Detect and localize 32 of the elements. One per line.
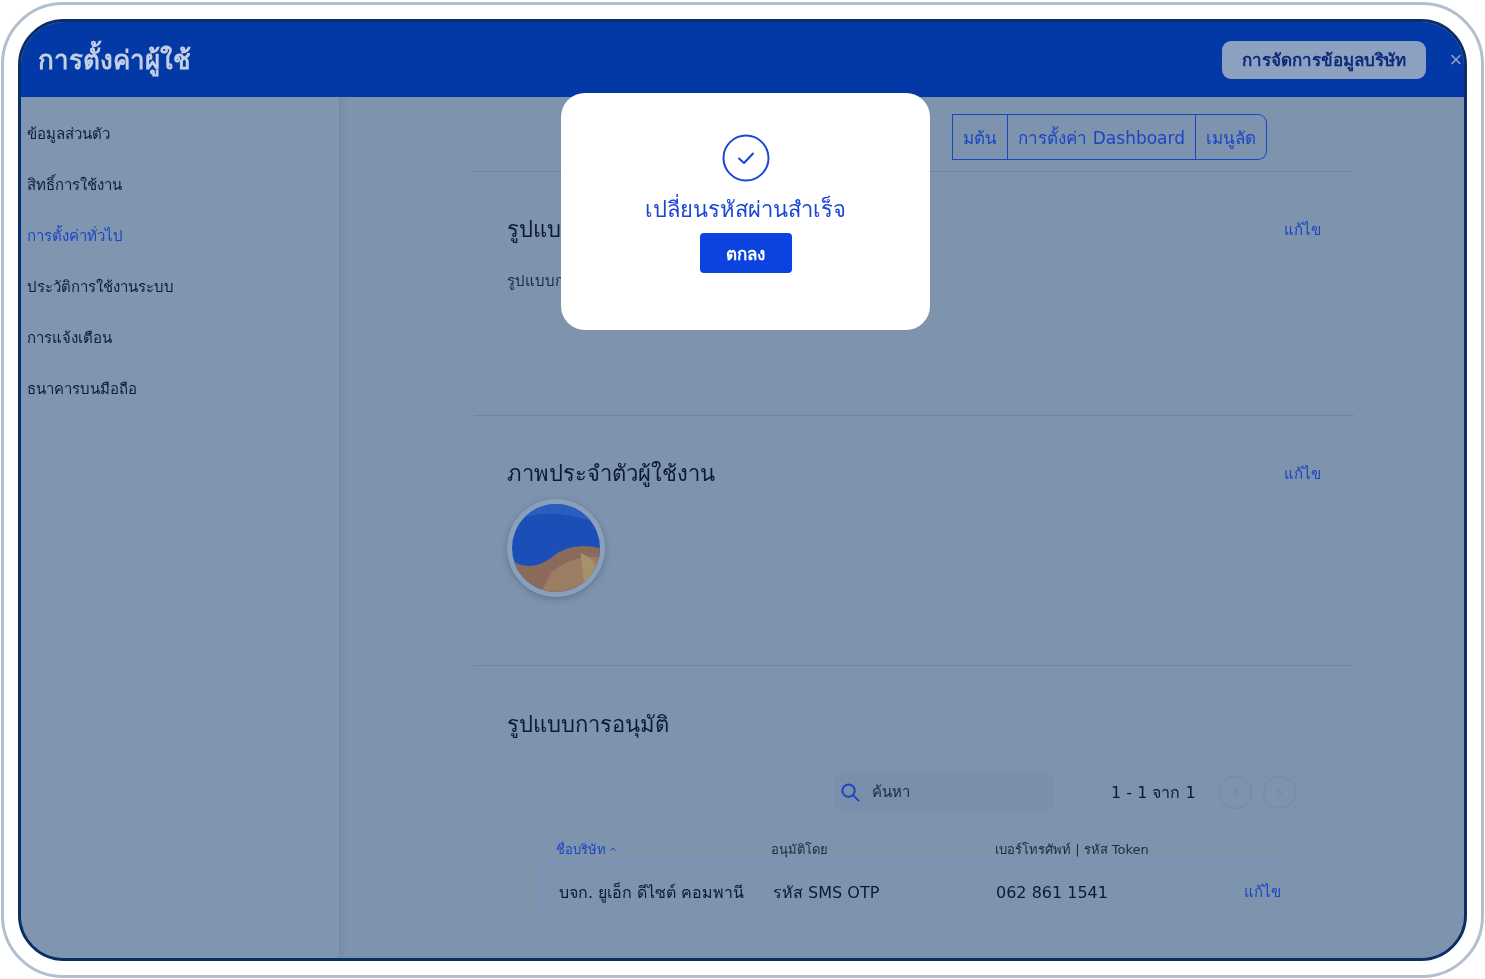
sidebar-item[interactable]: การตั้งค่าทั่วไป xyxy=(21,223,339,274)
sidebar-item[interactable]: สิทธิ์การใช้งาน xyxy=(21,172,339,223)
company-data-button[interactable]: การจัดการข้อมูลบริษัท xyxy=(1222,40,1426,79)
window-title: การตั้งค่าผู้ใช้ xyxy=(38,39,1222,80)
sort-caret-icon xyxy=(609,846,617,852)
table-cell-text: 062 861 1541 xyxy=(996,882,1109,902)
pagination-range: 1 - 1 จาก 1 xyxy=(1111,781,1197,804)
column-header[interactable]: ชื่อบริษัท xyxy=(556,838,606,860)
column-header: อนุมัติโดย xyxy=(771,840,828,860)
sidebar-item[interactable]: การแจ้งเตือน xyxy=(21,325,339,376)
tab[interactable]: การตั้งค่า Dashboard xyxy=(1007,115,1195,159)
section-title: รูปแบ xyxy=(507,216,561,245)
check-circle-icon xyxy=(721,134,770,182)
search-icon xyxy=(841,783,860,802)
section-title: ภาพประจำตัวผู้ใช้งาน xyxy=(507,460,715,489)
table-cell-text: รหัส SMS OTP xyxy=(773,881,881,904)
edit-link[interactable]: แก้ไข xyxy=(1284,217,1321,242)
sidebar-item[interactable]: ประวัติการใช้งานระบบ xyxy=(21,274,339,325)
ok-button[interactable]: ตกลง xyxy=(699,233,792,273)
edit-link[interactable]: แก้ไข xyxy=(1244,880,1281,904)
column-header: เบอร์โทรศัพท์ | รหัส Token xyxy=(995,840,1149,859)
edit-link[interactable]: แก้ไข xyxy=(1284,461,1321,486)
section-title: รูปแบบการอนุมัติ xyxy=(507,711,669,740)
sidebar-item[interactable]: ข้อมูลส่วนตัว xyxy=(21,121,339,172)
dialog-message: เปลี่ยนรหัสผ่านสำเร็จ xyxy=(645,192,846,227)
section-subtitle: รูปแบบก xyxy=(507,271,565,292)
close-button[interactable]: × xyxy=(1448,46,1464,73)
search-field[interactable]: ค้นหา xyxy=(834,773,1054,811)
table-cell-text: บจก. ยูเอ็ก ดีไซต์ คอมพานี xyxy=(559,881,746,905)
tab[interactable]: เมนูลัด xyxy=(1195,115,1266,159)
sidebar-item[interactable]: ธนาคารบนมือถือ xyxy=(21,376,339,427)
tab[interactable]: มต้น xyxy=(952,115,1008,159)
